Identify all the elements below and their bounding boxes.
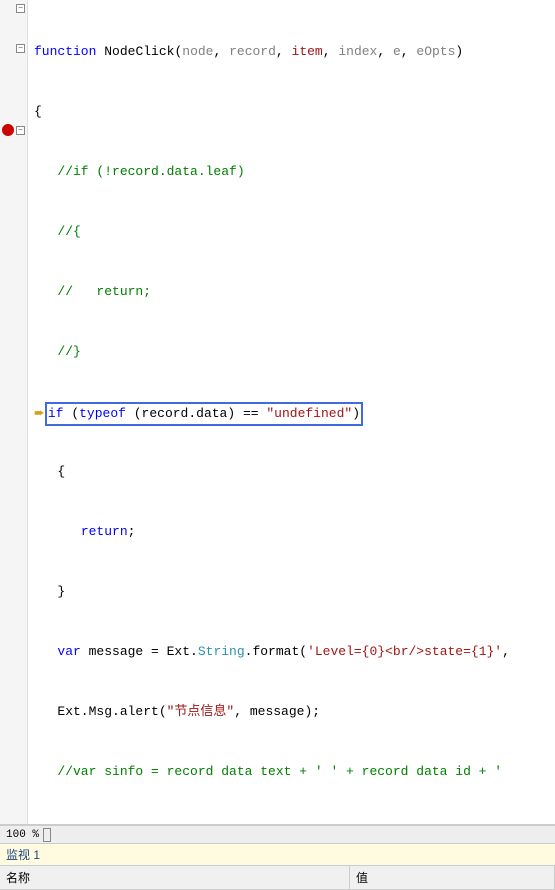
gutter: − − −	[0, 0, 28, 824]
brace: }	[34, 582, 555, 602]
param: index	[338, 44, 377, 59]
comment: //if (!record.data.leaf)	[34, 162, 555, 182]
current-line-arrow: ➨	[34, 406, 45, 421]
keyword: var	[57, 644, 80, 659]
brace: {	[34, 462, 555, 482]
brace: {	[34, 102, 555, 122]
highlighted-line: if (typeof (record.data) == "undefined")	[45, 402, 363, 426]
fold-icon[interactable]: −	[16, 4, 25, 13]
param: e	[393, 44, 401, 59]
code-content[interactable]: function NodeClick(node, record, item, i…	[28, 0, 555, 824]
keyword: function	[34, 44, 96, 59]
fold-icon[interactable]: −	[16, 126, 25, 135]
keyword: return	[81, 524, 128, 539]
fold-icon[interactable]: −	[16, 44, 25, 53]
comment: // return;	[34, 282, 555, 302]
column-value[interactable]: 值	[350, 866, 555, 889]
watch-panel-title: 监视 1	[0, 843, 555, 866]
param: item	[292, 44, 323, 59]
param: eOpts	[416, 44, 455, 59]
comment: //}	[34, 342, 555, 362]
column-name[interactable]: 名称	[0, 866, 350, 889]
function-name: NodeClick	[104, 44, 174, 59]
comment: //var sinfo = record data text + ' ' + r…	[34, 762, 555, 782]
watch-header: 名称 值	[0, 866, 555, 890]
zoom-slider[interactable]	[43, 828, 51, 842]
comment: //{	[34, 222, 555, 242]
param: record	[229, 44, 276, 59]
param: node	[182, 44, 213, 59]
zoom-bar: 100 %	[0, 825, 555, 843]
code-editor[interactable]: − − − function NodeClick(node, record, i…	[0, 0, 555, 825]
breakpoint-icon[interactable]	[2, 124, 14, 136]
zoom-level: 100 %	[6, 829, 39, 841]
